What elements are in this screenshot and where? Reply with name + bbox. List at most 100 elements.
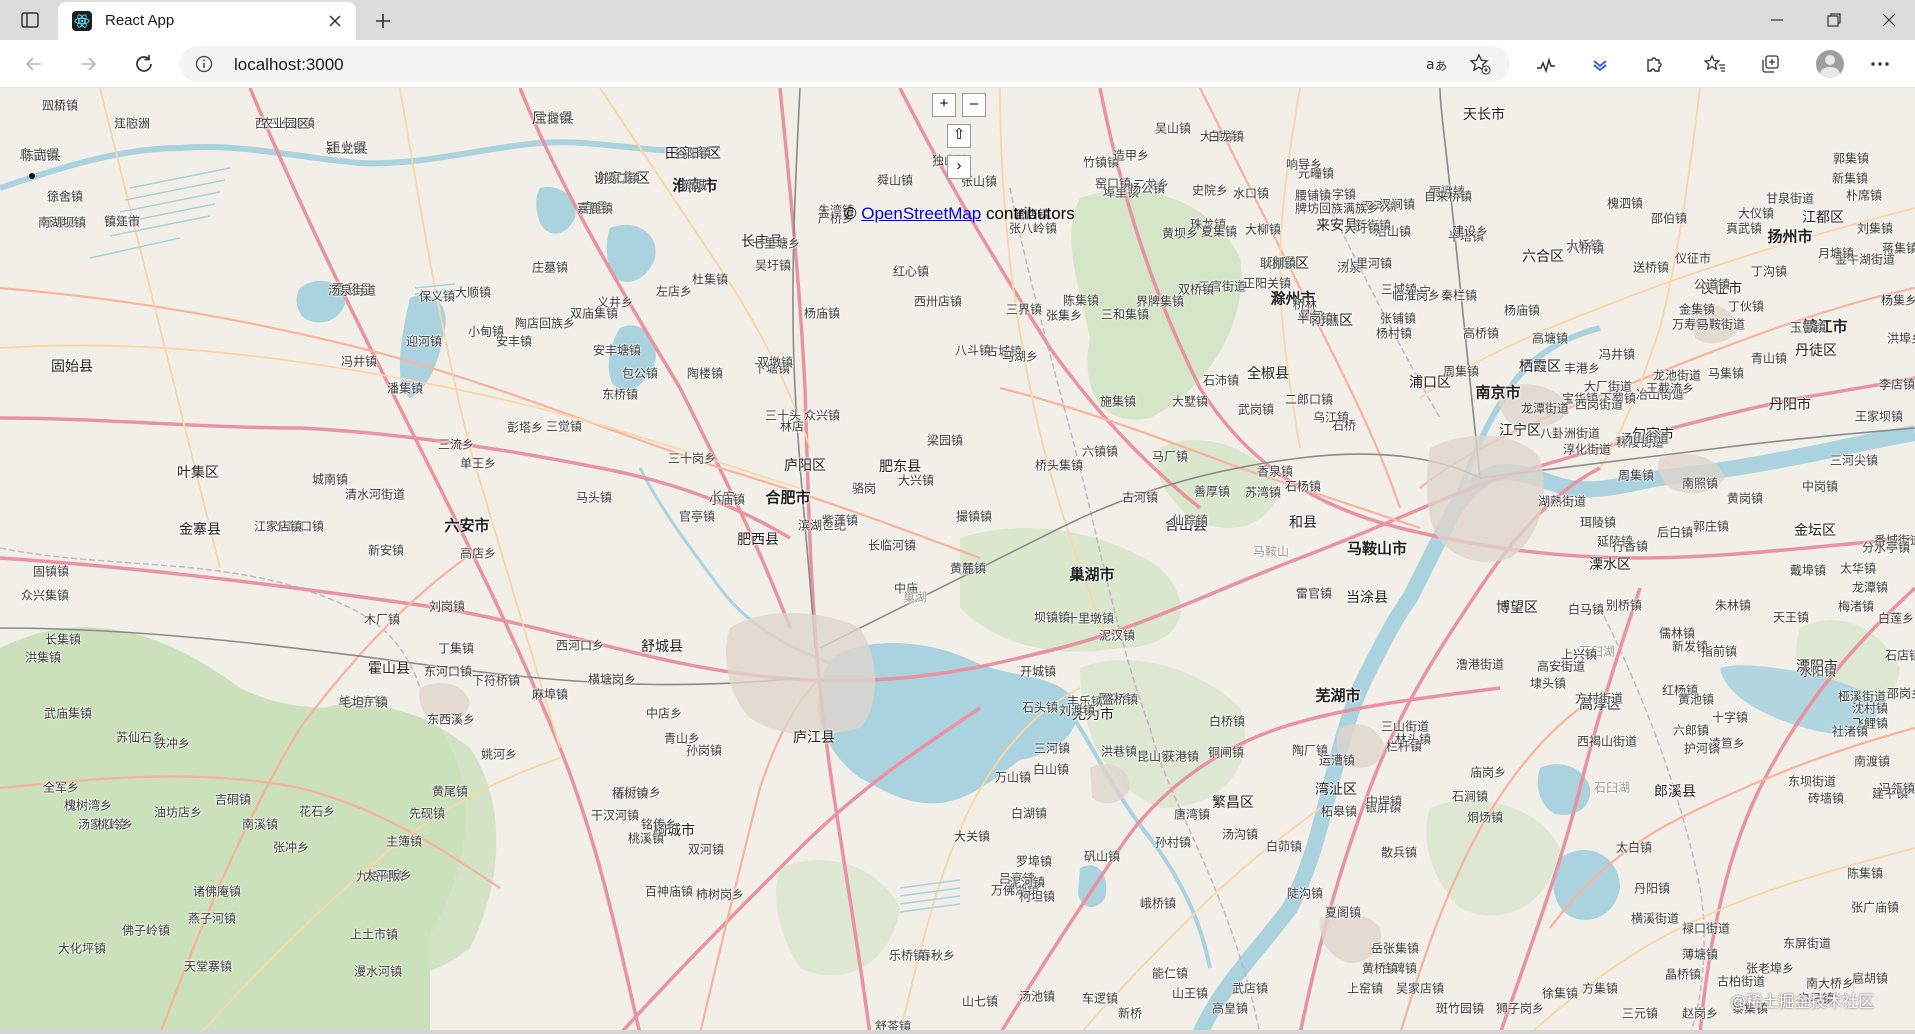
refresh-button[interactable] — [128, 49, 160, 79]
performance-button[interactable] — [1530, 49, 1562, 79]
place-label: 新城 — [682, 178, 708, 193]
place-label: 下符桥镇 — [471, 673, 521, 688]
window-close-button[interactable] — [1874, 6, 1904, 34]
place-label: 张集乡 — [1045, 308, 1083, 323]
place-label: 湖熟街道 — [1537, 494, 1587, 509]
place-label: 运漕镇 — [1318, 753, 1356, 768]
place-label: 嘉鹿镇 — [576, 201, 614, 216]
place-label: 六郎镇 — [1672, 723, 1710, 738]
place-label: 高桥镇 — [1462, 326, 1500, 341]
place-label: 双河镇 — [687, 842, 725, 857]
place-label: 西岗街道 — [1574, 397, 1624, 412]
read-aloud-icon[interactable]: aあ — [1423, 52, 1451, 76]
collections-icon — [1762, 55, 1779, 73]
osm-link[interactable]: OpenStreetMap — [861, 204, 981, 223]
place-label: 冯瓴镇 — [1878, 781, 1915, 796]
place-label: 横溪街道 — [1630, 911, 1680, 926]
restore-button[interactable] — [1819, 6, 1849, 34]
place-label: 洪集镇 — [24, 650, 62, 665]
place-label: 八桥镇 — [1567, 241, 1605, 256]
place-label: 黄坝乡 — [1161, 226, 1199, 241]
info-icon[interactable] — [194, 54, 214, 74]
place-label: 半岗镇 — [1296, 311, 1334, 326]
minimize-button[interactable] — [1762, 6, 1792, 34]
more-button[interactable] — [1864, 49, 1896, 79]
place-label: 黄尾镇 — [431, 784, 469, 799]
browser-tab[interactable]: React App — [58, 2, 356, 40]
place-label: 丹徒区 — [1795, 342, 1837, 358]
place-label: 临淮岗乡 — [1391, 288, 1441, 303]
zoom-out-button[interactable]: – — [962, 93, 986, 117]
place-label: 石店镇 — [1884, 648, 1915, 663]
place-label: 漫水河镇 — [353, 964, 403, 979]
place-label: 三觉镇 — [545, 419, 583, 434]
place-label: 油坊店乡 — [153, 805, 203, 820]
place-label: 迎河镇 — [405, 334, 443, 349]
zoom-in-button[interactable]: + — [932, 93, 956, 117]
collections-button[interactable] — [1754, 49, 1786, 79]
place-label: 孙岗镇 — [685, 743, 723, 758]
place-label: 南照镇 — [1681, 476, 1719, 491]
place-label: 高店乡 — [459, 546, 497, 561]
place-label: 毛坦厂镇 — [339, 695, 389, 710]
place-label: 汤泉街道 — [327, 283, 377, 298]
place-label: 禄口街道 — [1681, 921, 1731, 936]
map-viewport[interactable]: 田集镇 焦陂镇 西三十铺镇 颍上县 凤台县 田家庵区 淮南市 谢家集区 寿县 阜南县 王化镇 于集乡曹… — [0, 88, 1915, 1034]
place-label: 大墅镇 — [1171, 394, 1209, 409]
place-label: 耿棚镇 — [1259, 256, 1297, 271]
place-label: 燕子河镇 — [187, 911, 237, 926]
new-tab-button[interactable] — [370, 8, 396, 34]
place-label: 庙岗乡 — [1469, 765, 1507, 780]
place-label: 乐桥镇 — [888, 948, 926, 963]
place-label: 武店镇 — [1231, 981, 1269, 996]
place-label: 刘渡镇 — [1058, 703, 1096, 718]
url-text[interactable]: localhost:3000 — [234, 55, 344, 75]
favorites-button[interactable] — [1699, 49, 1731, 79]
extensions-button[interactable] — [1638, 49, 1670, 79]
place-label: 马头镇 — [575, 490, 613, 505]
place-label: 干汊河镇 — [590, 808, 640, 823]
place-label: 上兴镇 — [1560, 647, 1598, 662]
place-label: 二郎口镇 — [1284, 392, 1334, 407]
browser-toolbar: localhost:3000 aあ — [0, 40, 1915, 88]
place-label: 赵岗乡 — [1681, 1006, 1719, 1021]
address-bar[interactable]: localhost:3000 aあ — [180, 46, 1510, 82]
place-label: 中垾镇 — [1365, 794, 1403, 809]
place-label: 长集镇 — [44, 632, 82, 647]
profile-avatar[interactable] — [1816, 50, 1844, 78]
close-icon[interactable] — [324, 10, 346, 32]
place-label: 吴圩镇 — [754, 258, 792, 273]
place-label: 能仁镇 — [1151, 966, 1189, 981]
place-label: 雷官镇 — [1295, 586, 1333, 601]
place-label: 栏杆镇 — [1385, 739, 1423, 754]
location-marker — [29, 173, 35, 179]
window-bottom-edge — [0, 1030, 1915, 1034]
place-label: 丁集镇 — [437, 641, 475, 656]
add-favorite-icon[interactable] — [1466, 52, 1494, 76]
place-label: 马湖乡 — [1001, 349, 1039, 364]
pan-right-button[interactable]: › — [947, 155, 971, 179]
place-label: 安丰镇 — [495, 334, 533, 349]
extension-button[interactable] — [1584, 49, 1616, 79]
place-label: 清水河街道 — [344, 487, 406, 502]
sidebar-icon[interactable] — [16, 9, 44, 31]
place-label: 别桥镇 — [1605, 598, 1643, 613]
place-label: 保义镇 — [418, 289, 456, 304]
back-button[interactable] — [18, 49, 50, 79]
place-label: 玉带镇 — [1789, 320, 1827, 335]
place-label: 青山镇 — [1750, 351, 1788, 366]
place-label: 红心镇 — [892, 264, 930, 279]
puzzle-icon — [1647, 57, 1662, 72]
place-label: 六镇镇 — [1081, 444, 1119, 459]
place-label: 大关镇 — [953, 829, 991, 844]
place-label: 砖墙镇 — [1807, 791, 1845, 806]
place-label: 金寨县 — [179, 521, 221, 537]
place-label: 真武镇 — [1725, 221, 1763, 236]
place-label: 孙村镇 — [1154, 835, 1192, 850]
place-label: 七里塘乡 — [751, 236, 801, 251]
place-label: 杨村镇 — [1375, 326, 1413, 341]
place-label: 八桥镇 — [41, 98, 79, 113]
forward-button[interactable] — [72, 49, 104, 79]
place-label: 斑竹园镇 — [1435, 1001, 1485, 1016]
pan-up-button[interactable]: ⇧ — [947, 124, 971, 148]
